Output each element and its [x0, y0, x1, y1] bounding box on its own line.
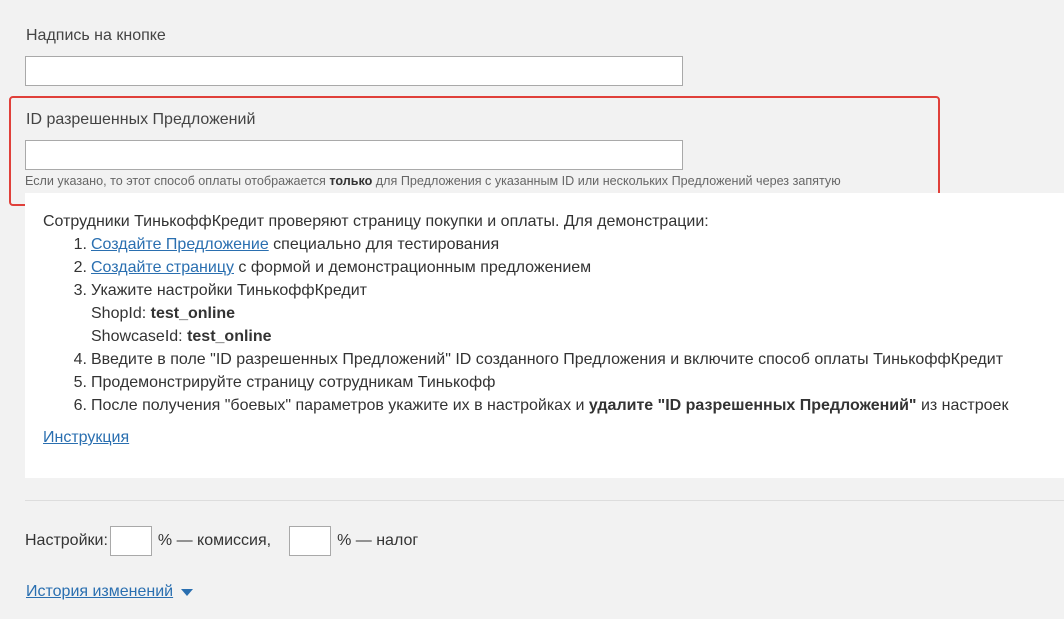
step-item: 2. Создайте страницу с формой и демонстр… — [73, 259, 592, 276]
step-item: 1. Создайте Предложение специально для т… — [73, 236, 500, 253]
settings-label: Настройки: — [25, 532, 108, 549]
allowed-offers-label: ID разрешенных Предложений — [26, 111, 256, 128]
commission-suffix: % — комиссия, — [157, 532, 272, 549]
settings-row: Настройки: % — комиссия, % — налог — [25, 526, 418, 556]
create-offer-link[interactable]: Создайте Предложение — [91, 236, 269, 253]
tinkoff-info-panel: Сотрудники ТинькоффКредит проверяют стра… — [25, 193, 1064, 478]
showcase-id-line: ShowcaseId: test_online — [91, 328, 272, 345]
button-caption-input[interactable] — [25, 56, 683, 86]
step-item: 4. Введите в поле "ID разрешенных Предлож… — [73, 351, 1004, 368]
history-link[interactable]: История изменений — [26, 583, 173, 601]
instruction-link[interactable]: Инструкция — [43, 429, 129, 447]
tax-suffix: % — налог — [337, 532, 419, 549]
create-page-link[interactable]: Создайте страницу — [91, 259, 234, 276]
button-caption-label: Надпись на кнопке — [26, 27, 166, 44]
section-divider — [25, 500, 1064, 501]
allowed-offers-hint: Если указано, то этот способ оплаты отоб… — [25, 174, 841, 188]
tax-input[interactable] — [289, 526, 332, 556]
allowed-offers-input[interactable] — [25, 140, 683, 170]
step-item: 6. После получения "боевых" параметров ук… — [73, 397, 1009, 414]
step-item: 5. Продемонстрируйте страницу сотрудникам… — [73, 374, 496, 391]
info-intro: Сотрудники ТинькоффКредит проверяют стра… — [43, 213, 709, 230]
shop-id-line: ShopId: test_online — [91, 305, 236, 322]
caret-down-icon[interactable] — [181, 588, 194, 596]
history-toggle[interactable]: История изменений — [26, 583, 194, 601]
commission-input[interactable] — [109, 526, 152, 556]
step-item: 3. Укажите настройки ТинькоффКредит — [73, 282, 367, 299]
